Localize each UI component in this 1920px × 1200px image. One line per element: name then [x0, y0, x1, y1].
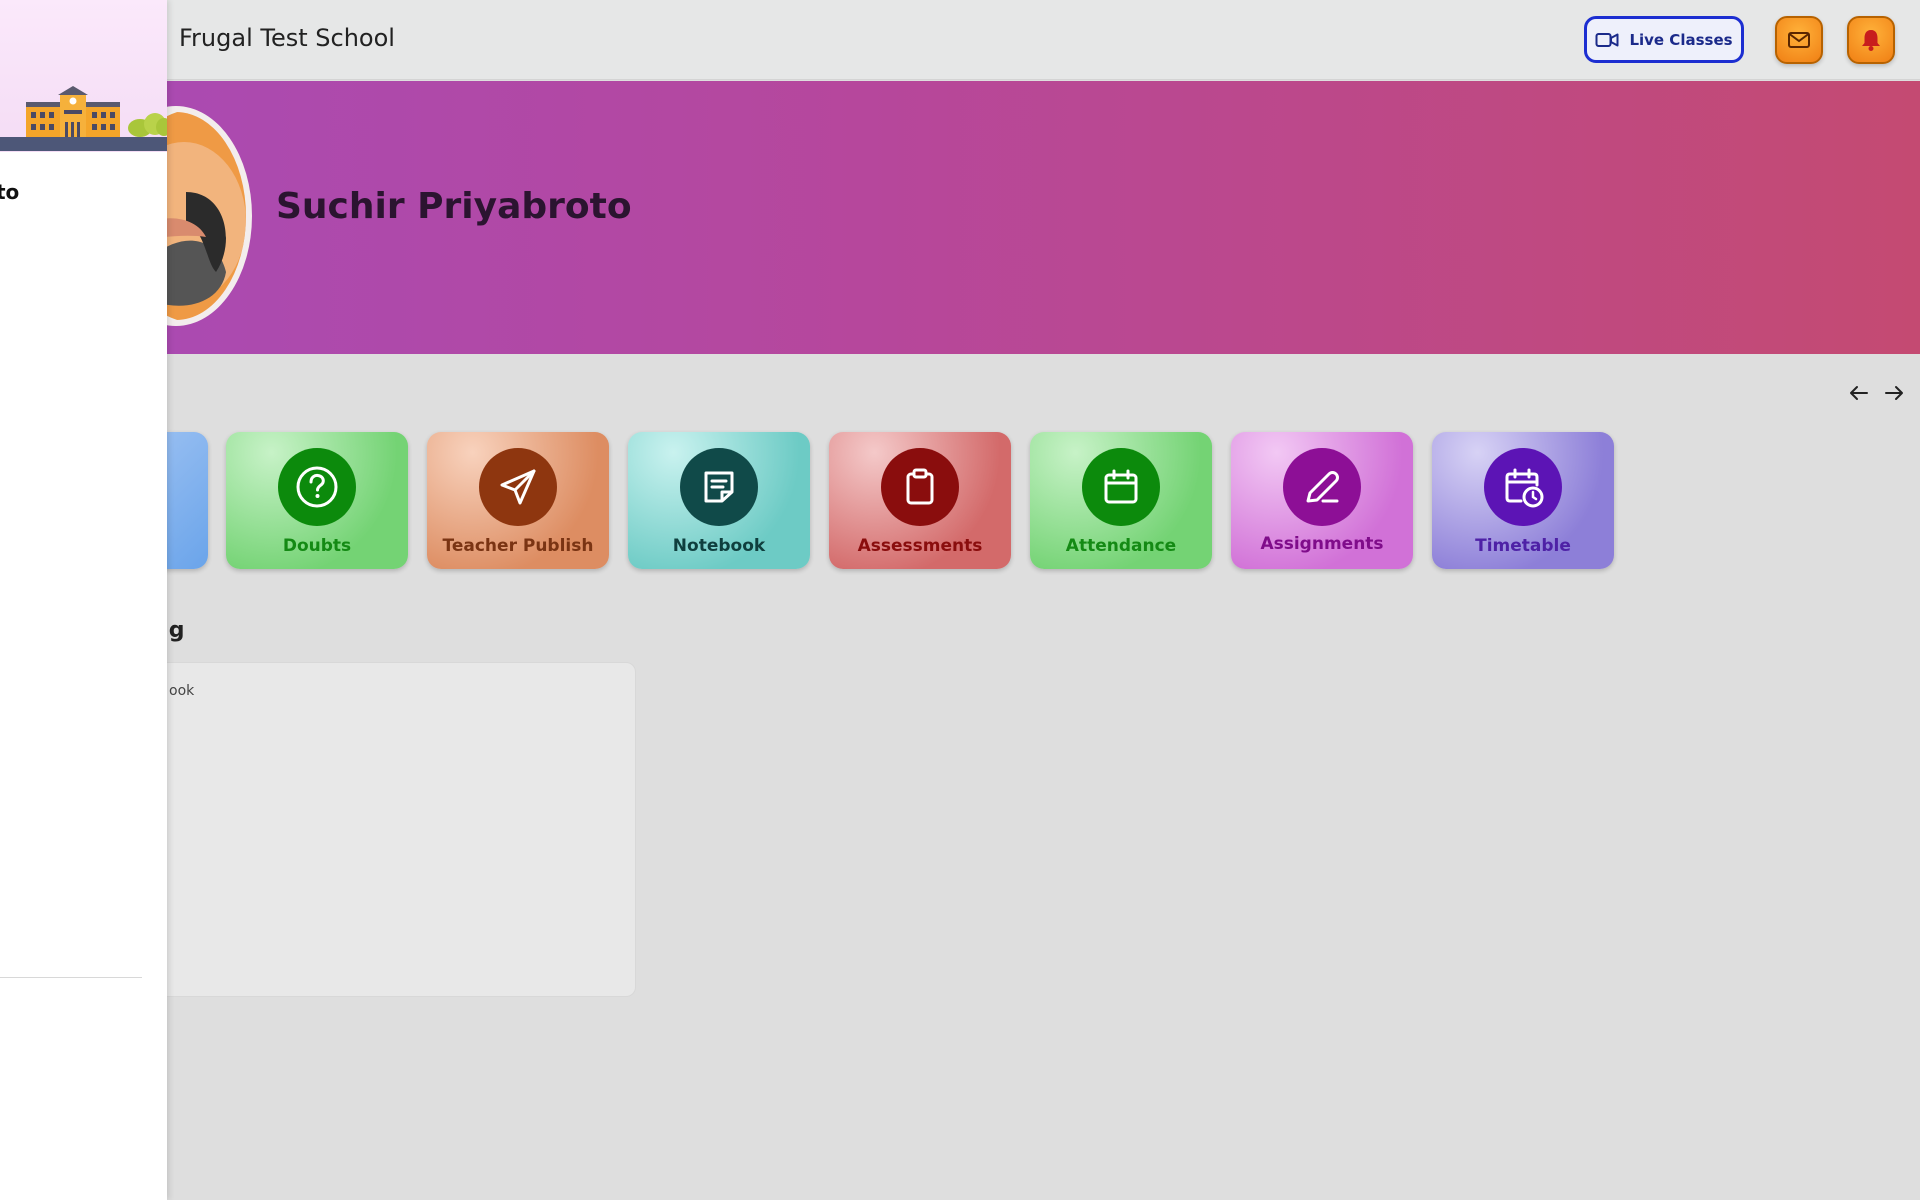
- live-classes-button[interactable]: Live Classes: [1584, 16, 1744, 63]
- sidebar-divider: [0, 977, 142, 978]
- sidebar-header: [0, 0, 167, 152]
- tile-label: Assignments: [1260, 534, 1384, 554]
- send-icon: [479, 448, 557, 526]
- clipboard-icon: [881, 448, 959, 526]
- question-icon: [278, 448, 356, 526]
- arrow-right-icon: [1885, 386, 1903, 400]
- carousel-prev-button[interactable]: [1846, 380, 1872, 406]
- tile-teacher-publish[interactable]: Teacher Publish: [427, 432, 609, 569]
- notifications-button[interactable]: [1847, 16, 1895, 64]
- tile-timetable[interactable]: Timetable: [1432, 432, 1614, 569]
- sidebar-drawer: to: [0, 0, 167, 1200]
- tile-doubts[interactable]: Doubts: [226, 432, 408, 569]
- tile-assignments[interactable]: Assignments: [1231, 432, 1413, 569]
- arrow-left-icon: [1850, 386, 1868, 400]
- mail-icon: [1788, 32, 1810, 48]
- video-camera-icon: [1595, 32, 1619, 47]
- pencil-icon: [1283, 448, 1361, 526]
- messages-button[interactable]: [1775, 16, 1823, 64]
- sidebar-user-name: to: [0, 180, 20, 204]
- bell-icon: [1862, 30, 1880, 51]
- tile-label: Attendance: [1065, 536, 1177, 556]
- calendar-icon: [1082, 448, 1160, 526]
- calendar-clock-icon: [1484, 448, 1562, 526]
- carousel-next-button[interactable]: [1881, 380, 1907, 406]
- student-name: Suchir Priyabroto: [276, 186, 632, 227]
- tile-attendance[interactable]: Attendance: [1030, 432, 1212, 569]
- live-classes-label: Live Classes: [1629, 30, 1733, 49]
- notebook-icon: [680, 448, 758, 526]
- tile-notebook[interactable]: Notebook: [628, 432, 810, 569]
- reading-item[interactable]: ook: [169, 683, 194, 699]
- tile-assessments[interactable]: Assessments: [829, 432, 1011, 569]
- tile-label: Teacher Publish: [442, 536, 594, 556]
- school-name: Frugal Test School: [179, 24, 395, 52]
- tile-label: Timetable: [1475, 536, 1571, 556]
- top-bar: Frugal Test School Live Classes: [0, 0, 1920, 80]
- school-building-icon: [26, 86, 167, 138]
- sidebar-ground: [0, 137, 167, 151]
- tile-label: Assessments: [857, 536, 983, 556]
- tile-label: Notebook: [672, 536, 766, 556]
- tile-label: Doubts: [282, 536, 352, 556]
- reading-card: ook: [100, 662, 636, 997]
